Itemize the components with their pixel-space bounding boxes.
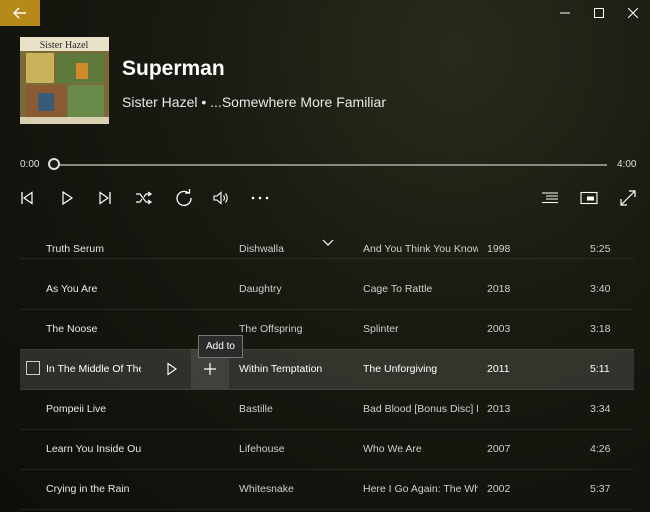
back-button[interactable] <box>0 0 40 26</box>
track-album[interactable]: Who We Are <box>363 429 478 469</box>
skip-previous-icon <box>21 191 33 205</box>
song-subtitle[interactable]: Sister Hazel • ...Somewhere More Familia… <box>122 94 386 110</box>
table-row[interactable]: Crying in the Rain Whitesnake Here I Go … <box>20 469 634 510</box>
track-year: 1998 <box>487 243 511 255</box>
track-year: 2002 <box>487 483 511 495</box>
close-icon <box>628 8 638 18</box>
minimize-icon <box>560 12 570 14</box>
track-duration: 3:18 <box>590 323 611 335</box>
total-time: 4:00 <box>617 159 637 170</box>
track-duration: 3:34 <box>590 403 611 415</box>
close-button[interactable] <box>616 0 650 26</box>
fullscreen-button[interactable] <box>616 186 640 210</box>
track-artist[interactable]: Within Temptation <box>239 349 359 389</box>
track-artist[interactable]: Dishwalla <box>239 240 359 258</box>
seek-thumb[interactable] <box>48 158 60 170</box>
track-duration: 3:40 <box>590 283 611 295</box>
table-row[interactable]: As You Are Daughtry Cage To Rattle 2018 … <box>20 269 634 310</box>
fullscreen-icon <box>620 190 636 206</box>
volume-icon <box>213 191 228 205</box>
next-button[interactable] <box>93 186 117 210</box>
track-album[interactable]: Splinter <box>363 309 478 349</box>
track-album[interactable]: Bad Blood [Bonus Disc] Live <box>363 389 478 429</box>
title-bar <box>0 0 650 26</box>
track-artist[interactable]: Bastille <box>239 389 359 429</box>
plus-icon <box>204 363 216 375</box>
queue-button[interactable] <box>538 186 562 210</box>
play-button[interactable] <box>55 186 79 210</box>
track-album[interactable]: Here I Go Again: The Whitesnake Collecti… <box>363 469 478 509</box>
track-album[interactable]: The Unforgiving <box>363 349 478 389</box>
track-title: Learn You Inside Out <box>46 443 141 455</box>
track-duration: 5:25 <box>590 243 611 255</box>
track-title: The Noose <box>46 323 98 335</box>
repeat-icon <box>176 189 192 207</box>
song-title: Superman <box>122 57 225 80</box>
repeat-button[interactable] <box>172 186 196 210</box>
seek-bar[interactable] <box>55 164 607 166</box>
track-year: 2007 <box>487 443 511 455</box>
maximize-button[interactable] <box>582 0 616 26</box>
track-artist[interactable]: The Offspring <box>239 309 359 349</box>
mini-player-button[interactable] <box>577 186 601 210</box>
track-title: Pompeii Live <box>46 403 107 415</box>
track-artist[interactable]: Whitesnake <box>239 469 359 509</box>
volume-button[interactable] <box>210 186 234 210</box>
row-select-checkbox[interactable] <box>26 361 40 375</box>
row-play-icon[interactable] <box>166 362 178 376</box>
track-duration: 5:11 <box>590 363 610 375</box>
table-row[interactable]: Truth Serum Dishwalla And You Think You … <box>20 240 634 259</box>
arrow-left-icon <box>13 7 26 19</box>
track-year: 2011 <box>487 363 510 375</box>
track-title: In The Middle Of The Night <box>46 363 141 375</box>
skip-next-icon <box>99 191 111 205</box>
elapsed-time: 0:00 <box>20 159 40 170</box>
play-icon <box>62 191 74 205</box>
more-button[interactable] <box>248 186 272 210</box>
more-icon <box>251 196 269 200</box>
track-list[interactable]: Truth Serum Dishwalla And You Think You … <box>20 240 634 512</box>
minimize-button[interactable] <box>548 0 582 26</box>
table-row[interactable]: Learn You Inside Out Lifehouse Who We Ar… <box>20 429 634 470</box>
table-row[interactable]: The Noose The Offspring Splinter 2003 3:… <box>20 309 634 350</box>
queue-list-icon <box>542 192 558 204</box>
table-row[interactable]: Pompeii Live Bastille Bad Blood [Bonus D… <box>20 389 634 430</box>
shuffle-button[interactable] <box>132 186 156 210</box>
track-duration: 5:37 <box>590 483 611 495</box>
track-album[interactable]: Cage To Rattle <box>363 269 478 309</box>
mini-player-icon <box>580 191 598 205</box>
track-year: 2018 <box>487 283 511 295</box>
track-title: As You Are <box>46 283 98 295</box>
table-row-selected[interactable]: In The Middle Of The Night Within Tempta… <box>20 349 634 390</box>
track-year: 2003 <box>487 323 511 335</box>
album-art-caption: Sister Hazel <box>40 40 89 51</box>
track-artist[interactable]: Lifehouse <box>239 429 359 469</box>
maximize-icon <box>594 8 604 18</box>
track-album[interactable]: And You Think You Know <box>363 240 478 258</box>
track-title: Truth Serum <box>46 243 104 255</box>
add-to-tooltip: Add to <box>198 335 243 358</box>
previous-button[interactable] <box>15 186 39 210</box>
shuffle-icon <box>136 191 153 205</box>
album-art: Sister Hazel <box>20 37 109 124</box>
track-artist[interactable]: Daughtry <box>239 269 359 309</box>
track-duration: 4:26 <box>590 443 611 455</box>
track-year: 2013 <box>487 403 511 415</box>
track-title: Crying in the Rain <box>46 483 130 495</box>
